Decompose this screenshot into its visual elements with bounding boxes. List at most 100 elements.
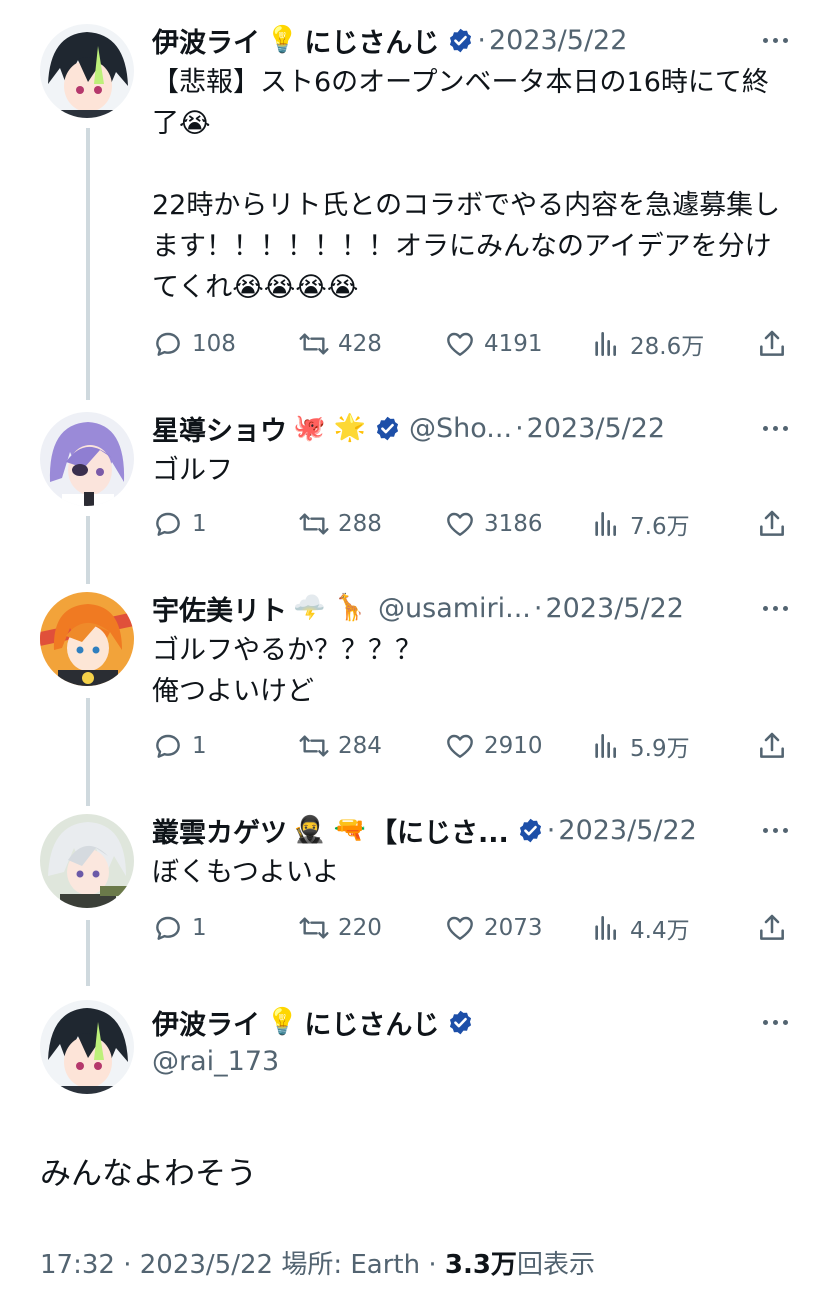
views-total[interactable]: 3.3万 xyxy=(445,1250,517,1280)
tweet-meta: 17:32 · 2023/5/22 場所: Earth · 3.3万回表示 xyxy=(40,1244,595,1281)
reply-icon xyxy=(156,332,180,356)
views-button[interactable]: 7.6万 xyxy=(590,507,748,541)
reply-icon xyxy=(156,512,180,536)
verified-badge-icon xyxy=(450,28,472,52)
tweet-date[interactable]: 2023/5/22 xyxy=(489,25,627,56)
verified-badge-icon xyxy=(450,1010,472,1034)
like-icon xyxy=(447,512,473,536)
retweet-count: 284 xyxy=(338,733,382,759)
share-icon xyxy=(760,732,784,758)
reply-button[interactable]: 1 xyxy=(152,730,298,762)
tweet-date[interactable]: 2023/5/22 xyxy=(527,413,665,444)
tweet-header: 星導ショウ 🐙 🌟 @Sho... · 2023/5/22 xyxy=(152,406,665,450)
avatar[interactable] xyxy=(40,412,134,506)
display-name[interactable]: 宇佐美リト xyxy=(152,589,287,628)
thread-line xyxy=(86,920,90,986)
retweet-icon xyxy=(299,735,329,757)
tweet-actions: 1 288 3186 7.6万 xyxy=(152,504,788,544)
tweet-actions: 1 284 2910 5.9万 xyxy=(152,726,788,766)
like-button[interactable]: 2073 xyxy=(444,912,590,944)
views-count: 4.4万 xyxy=(630,918,690,944)
like-count: 2910 xyxy=(484,733,543,759)
retweet-button[interactable]: 284 xyxy=(298,730,444,762)
tweet-handle[interactable]: @rai_173 xyxy=(152,1046,279,1077)
share-icon xyxy=(760,510,784,536)
reply-icon xyxy=(156,734,180,758)
retweet-button[interactable]: 288 xyxy=(298,508,444,540)
more-icon[interactable] xyxy=(763,808,788,852)
like-icon xyxy=(447,332,473,356)
views-label: 回表示 xyxy=(516,1250,595,1280)
avatar[interactable] xyxy=(40,814,134,908)
share-button[interactable] xyxy=(756,508,788,540)
tweet-time[interactable]: 17:32 xyxy=(40,1250,115,1280)
tweet-handle[interactable]: @Sho... xyxy=(409,413,512,444)
verified-badge-icon xyxy=(519,818,541,842)
avatar[interactable] xyxy=(40,24,134,118)
views-icon xyxy=(595,916,616,940)
tweet-header: 伊波ライ 💡 にじさんじ · 2023/5/22 xyxy=(152,18,627,62)
display-name[interactable]: 星導ショウ xyxy=(152,409,287,448)
share-button[interactable] xyxy=(756,328,788,360)
display-name[interactable]: 伊波ライ xyxy=(152,21,260,60)
views-count: 28.6万 xyxy=(630,334,705,360)
tweet-text: 【悲報】スト6のオープンベータ本日の16時にて終了😭 22時からリト氏とのコラボ… xyxy=(152,67,781,303)
more-icon[interactable] xyxy=(763,586,788,630)
avatar[interactable] xyxy=(40,592,134,686)
display-name-suffix[interactable]: にじさんじ xyxy=(304,21,439,60)
share-button[interactable] xyxy=(756,912,788,944)
display-name-suffix[interactable]: 【にじさ... xyxy=(370,811,509,850)
separator-dot: · xyxy=(428,1250,445,1280)
share-icon xyxy=(760,330,784,356)
reply-icon xyxy=(156,916,180,940)
tweet-header: 叢雲カゲツ 🥷 🔫 【にじさ... · 2023/5/22 xyxy=(152,808,697,852)
like-button[interactable]: 3186 xyxy=(444,508,590,540)
views-button[interactable]: 5.9万 xyxy=(590,729,748,763)
views-button[interactable]: 28.6万 xyxy=(590,327,748,361)
reply-count: 1 xyxy=(192,511,207,537)
retweet-button[interactable]: 220 xyxy=(298,912,444,944)
tweet-text: ゴルフ xyxy=(152,455,233,486)
separator-dot: · xyxy=(533,592,543,624)
more-icon[interactable] xyxy=(763,406,788,450)
share-button[interactable] xyxy=(756,730,788,762)
separator-dot: · xyxy=(477,24,486,56)
separator-dot: · xyxy=(546,814,556,846)
like-button[interactable]: 4191 xyxy=(444,328,590,360)
separator-dot: · xyxy=(123,1250,140,1280)
tweet-actions: 1 220 2073 4.4万 xyxy=(152,908,788,948)
views-icon xyxy=(595,512,616,536)
retweet-count: 220 xyxy=(338,915,382,941)
reply-button[interactable]: 108 xyxy=(152,328,298,360)
retweet-count: 428 xyxy=(338,331,382,357)
like-count: 4191 xyxy=(484,331,543,357)
reply-count: 1 xyxy=(192,733,207,759)
like-icon xyxy=(447,916,473,940)
views-button[interactable]: 4.4万 xyxy=(590,911,748,945)
thread-line xyxy=(86,698,90,806)
tweet-date[interactable]: 2023/5/22 xyxy=(140,1250,273,1280)
avatar[interactable] xyxy=(40,1000,134,1094)
tweet-handle[interactable]: @usamiri... xyxy=(378,593,531,624)
name-emoji: 💡 xyxy=(266,1007,299,1037)
like-button[interactable]: 2910 xyxy=(444,730,590,762)
retweet-icon xyxy=(299,333,329,355)
retweet-icon xyxy=(299,513,329,535)
reply-count: 1 xyxy=(192,915,207,941)
views-count: 7.6万 xyxy=(630,514,690,540)
retweet-button[interactable]: 428 xyxy=(298,328,444,360)
reply-button[interactable]: 1 xyxy=(152,912,298,944)
views-count: 5.9万 xyxy=(630,736,690,762)
retweet-count: 288 xyxy=(338,511,382,537)
display-name[interactable]: 伊波ライ xyxy=(152,1003,260,1042)
display-name-suffix[interactable]: にじさんじ xyxy=(304,1003,439,1042)
more-icon[interactable] xyxy=(763,1000,788,1044)
tweet-date[interactable]: 2023/5/22 xyxy=(558,815,696,846)
reply-button[interactable]: 1 xyxy=(152,508,298,540)
views-icon xyxy=(595,734,616,758)
main-tweet-text: みんなよわそう xyxy=(40,1156,257,1192)
more-icon[interactable] xyxy=(763,18,788,62)
display-name[interactable]: 叢雲カゲツ xyxy=(152,811,287,850)
name-emoji: 🥷 🔫 xyxy=(293,815,367,845)
tweet-date[interactable]: 2023/5/22 xyxy=(546,593,684,624)
